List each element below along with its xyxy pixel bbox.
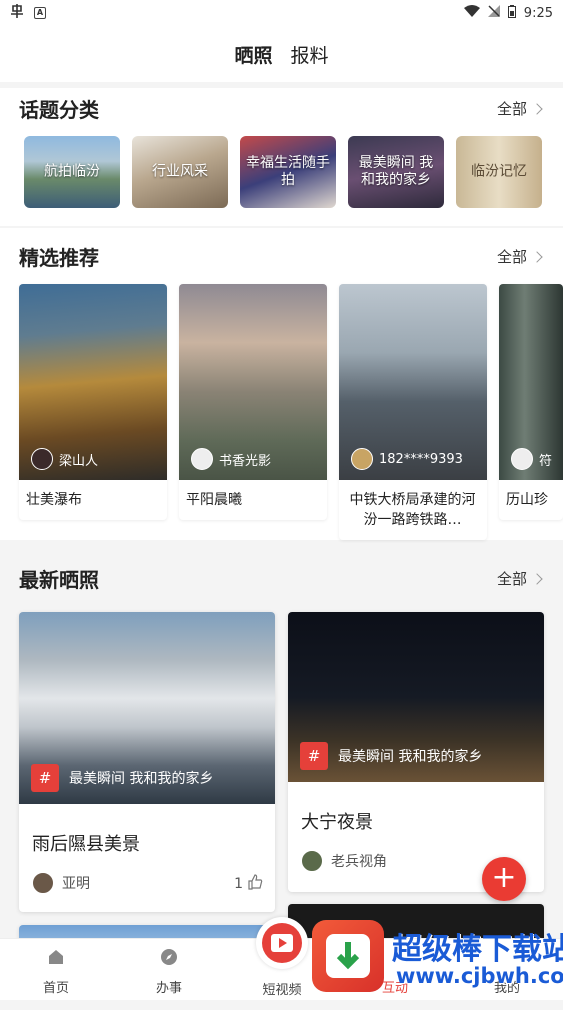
topic-tag-label: 最美瞬间 我和我的家乡 (69, 771, 214, 787)
featured-card[interactable]: 182****9393 中铁大桥局承建的河汾一路跨铁路… (339, 284, 487, 540)
nav-label: 短视频 (262, 983, 302, 998)
compass-icon (161, 949, 177, 965)
topic-tag-label: 最美瞬间 我和我的家乡 (338, 749, 483, 765)
featured-card[interactable]: 书香光影 平阳晨曦 (179, 284, 327, 520)
nav-label: 办事 (155, 981, 182, 996)
featured-caption: 壮美瀑布 (26, 492, 82, 508)
hashtag-icon: # (300, 742, 328, 770)
featured-more-label: 全部 (496, 248, 527, 266)
featured-image: 符 (499, 284, 563, 480)
app-notification-icon: A (34, 7, 46, 19)
latest-card[interactable]: # 最美瞬间 我和我的家乡 大宁夜景 老兵视角 (288, 612, 544, 892)
chevron-right-icon (531, 250, 543, 263)
latest-image: # 最美瞬间 我和我的家乡 (288, 612, 544, 782)
featured-user: 182****9393 (351, 448, 463, 470)
user-name: 182****9393 (379, 451, 463, 467)
latest-more-label: 全部 (496, 570, 527, 588)
top-tab-bar: 晒照 报料 (0, 26, 563, 82)
latest-more-link[interactable]: 全部 (496, 568, 543, 589)
featured-caption: 历山珍 (506, 492, 548, 508)
nav-services[interactable]: 办事 (129, 947, 209, 996)
featured-image: 梁山人 (19, 284, 167, 480)
nav-label: 首页 (42, 981, 69, 996)
latest-title: 雨后隰县美景 (32, 834, 140, 855)
featured-user: 符 (511, 448, 552, 470)
topics-more-link[interactable]: 全部 (496, 98, 543, 119)
topic-tag[interactable]: # 最美瞬间 我和我的家乡 (31, 764, 213, 792)
site-watermark: 超级棒下载站 www.cjbwh.com (312, 918, 563, 1000)
like-count: 1 (234, 876, 243, 892)
wifi-icon (463, 5, 480, 21)
featured-caption: 平阳晨曦 (186, 492, 242, 508)
home-icon (49, 950, 63, 964)
section-title-latest: 最新晒照 (19, 568, 99, 592)
video-button (256, 917, 308, 969)
battery-icon (507, 4, 516, 22)
nav-short-video[interactable]: 短视频 (242, 917, 322, 1010)
topics-more-label: 全部 (496, 100, 527, 118)
avatar (351, 448, 373, 470)
watermark-logo (312, 920, 384, 992)
download-icon (326, 934, 370, 978)
nav-home[interactable]: 首页 (16, 947, 96, 996)
topic-card[interactable]: 行业风采 (132, 136, 228, 208)
topic-label: 最美瞬间 我和我的家乡 (358, 155, 434, 188)
tab-photos[interactable]: 晒照 (234, 41, 272, 68)
chevron-right-icon (531, 572, 543, 585)
latest-image: # 最美瞬间 我和我的家乡 (19, 612, 275, 804)
topic-card[interactable]: 幸福生活随手拍 (240, 136, 336, 208)
latest-title: 大宁夜景 (301, 812, 373, 833)
add-post-button[interactable]: + (482, 857, 526, 901)
section-title-topics: 话题分类 (19, 98, 99, 122)
topic-label: 幸福生活随手拍 (246, 155, 330, 188)
watermark-url: www.cjbwh.com (396, 964, 563, 988)
play-icon (262, 923, 302, 963)
tab-report[interactable]: 报料 (291, 41, 329, 68)
avatar (191, 448, 213, 470)
thumbs-up-icon (247, 874, 263, 894)
featured-caption: 中铁大桥局承建的河汾一路跨铁路… (349, 492, 476, 528)
avatar (31, 448, 53, 470)
featured-image: 书香光影 (179, 284, 327, 480)
hashtag-icon: # (31, 764, 59, 792)
latest-card[interactable]: # 最美瞬间 我和我的家乡 雨后隰县美景 亚明 1 (19, 612, 275, 912)
chevron-right-icon (531, 102, 543, 115)
watermark-text: 超级棒下载站 (392, 932, 563, 967)
section-title-featured: 精选推荐 (19, 246, 99, 270)
notification-icon (10, 4, 26, 22)
latest-user: 亚明 (32, 872, 90, 894)
no-signal-icon (487, 5, 500, 21)
topic-label: 航拍临汾 (44, 163, 100, 180)
latest-user: 老兵视角 (301, 850, 387, 872)
topic-label: 行业风采 (152, 163, 208, 180)
topic-card[interactable]: 最美瞬间 我和我的家乡 (348, 136, 444, 208)
featured-card[interactable]: 梁山人 壮美瀑布 (19, 284, 167, 520)
topic-card[interactable]: 临汾记忆 (456, 136, 542, 208)
user-name: 梁山人 (59, 453, 99, 469)
avatar (301, 850, 323, 872)
avatar (511, 448, 533, 470)
topic-tag[interactable]: # 最美瞬间 我和我的家乡 (300, 742, 482, 770)
topic-label: 临汾记忆 (471, 163, 527, 180)
featured-image: 182****9393 (339, 284, 487, 480)
featured-user: 梁山人 (31, 448, 98, 470)
featured-card[interactable]: 符 历山珍 (499, 284, 563, 520)
user-name: 符 (539, 453, 553, 469)
status-time: 9:25 (523, 5, 553, 21)
user-name: 亚明 (62, 876, 90, 892)
user-name: 老兵视角 (331, 854, 387, 870)
featured-user: 书香光影 (191, 448, 271, 470)
topic-card[interactable]: 航拍临汾 (24, 136, 120, 208)
avatar (32, 872, 54, 894)
like-button[interactable]: 1 (234, 874, 263, 894)
user-name: 书香光影 (219, 453, 272, 469)
status-bar: A 9:25 (0, 0, 563, 26)
featured-more-link[interactable]: 全部 (496, 246, 543, 267)
